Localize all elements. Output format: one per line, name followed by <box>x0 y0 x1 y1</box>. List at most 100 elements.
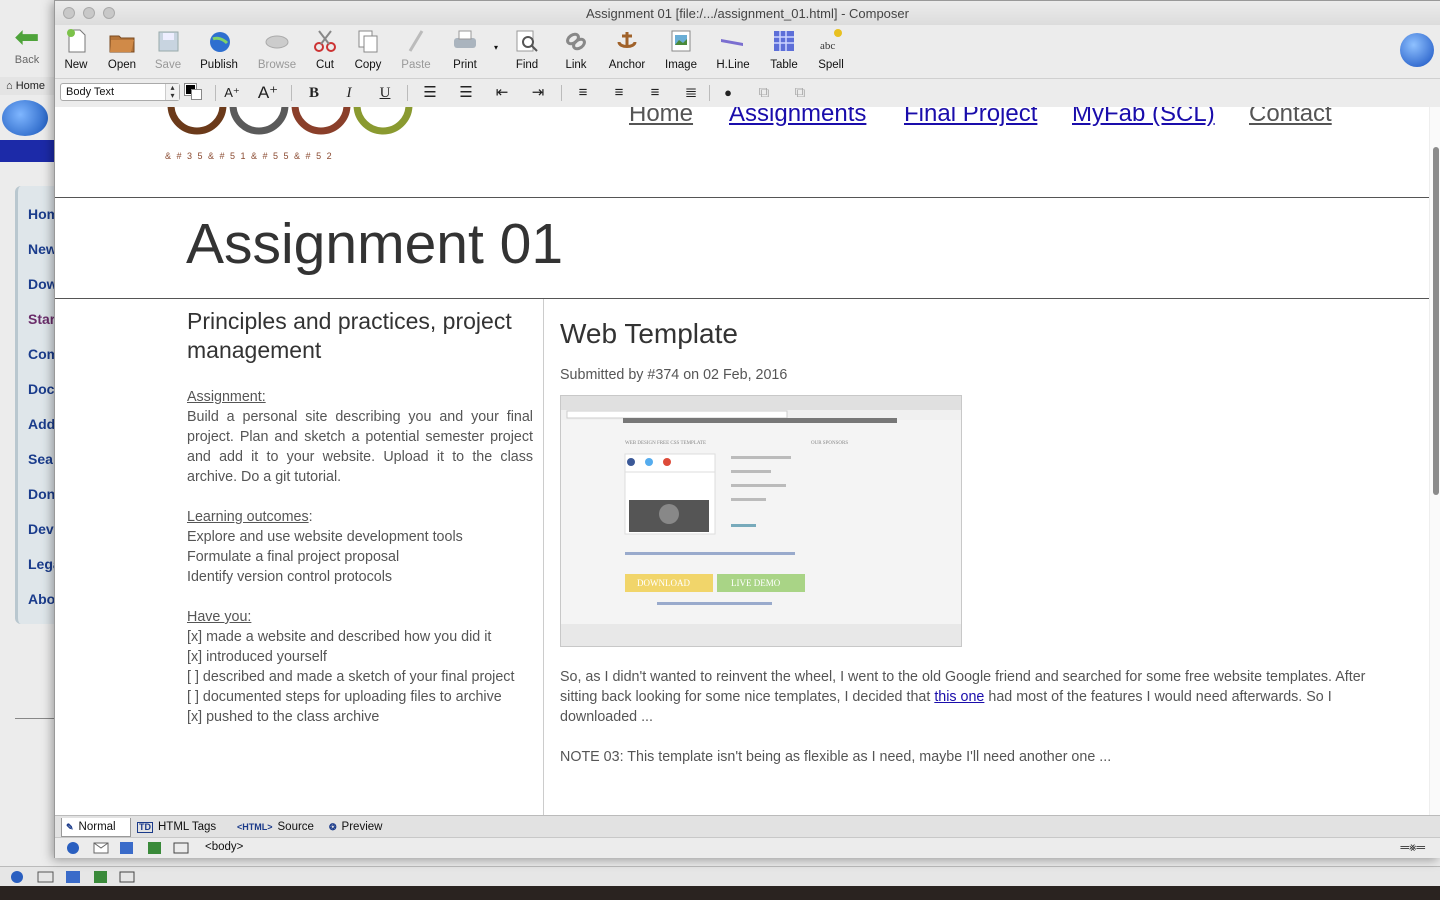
bullet-list-button[interactable]: ☰ <box>419 83 441 103</box>
position-icon: ● <box>724 85 732 100</box>
numbered-list-button[interactable]: ☰ <box>455 83 477 103</box>
composer-icon[interactable] <box>147 841 163 855</box>
scrollbar-thumb[interactable] <box>1433 147 1439 495</box>
bold-icon: B <box>308 85 319 101</box>
align-center-button[interactable]: ≡ <box>608 83 630 103</box>
publish-button[interactable]: Publish <box>197 27 241 75</box>
indent-button[interactable]: ⇥ <box>527 83 549 103</box>
copy-button[interactable]: Copy <box>353 27 383 75</box>
preview-eye-icon: ❂ <box>329 822 337 832</box>
align-right-button[interactable]: ≡ <box>644 83 666 103</box>
nav-link-contact[interactable]: Contact <box>1249 107 1332 128</box>
select-arrows-icon: ▴ ▾ <box>165 84 179 100</box>
page-title: Assignment 01 <box>186 212 564 276</box>
underline-button[interactable]: U <box>374 83 396 103</box>
assignment-text: Build a personal site describing you and… <box>187 409 533 485</box>
sidebar-item[interactable]: Don <box>28 486 55 502</box>
tab-normal[interactable]: ✎ Normal <box>61 818 131 837</box>
paste-icon <box>408 30 424 52</box>
open-button[interactable]: Open <box>105 27 139 75</box>
absolute-position-button[interactable]: ● <box>717 83 739 103</box>
text-color-picker[interactable] <box>184 83 205 100</box>
chevron-down-icon: ▾ <box>493 43 498 52</box>
print-button[interactable]: Print <box>449 27 481 75</box>
outdent-button[interactable]: ⇤ <box>491 83 513 103</box>
paste-button[interactable]: Paste <box>399 27 433 75</box>
window-titlebar[interactable]: Assignment 01 [file:/.../assignment_01.h… <box>55 1 1440 25</box>
template-link[interactable]: this one <box>934 689 984 705</box>
anchor-button[interactable]: Anchor <box>605 27 649 75</box>
minimize-window-button[interactable] <box>83 7 95 19</box>
spell-button[interactable]: abc Spell <box>815 27 847 75</box>
nav-link-assignments[interactable]: Assignments <box>729 107 866 128</box>
bold-button[interactable]: B <box>303 83 325 103</box>
cut-button[interactable]: Cut <box>311 27 339 75</box>
close-window-button[interactable] <box>63 7 75 19</box>
connection-status-icon: ═⨳═ <box>1400 840 1425 854</box>
larger-text-button[interactable]: A⁺ <box>257 83 279 103</box>
tab-preview[interactable]: ❂ Preview <box>325 818 407 837</box>
mail-envelope-icon[interactable] <box>93 841 109 855</box>
composition-toolbar: New Open Save Publish Browse Cut Copy Pa… <box>55 25 1440 75</box>
sidebar-item[interactable]: Abo <box>28 591 55 607</box>
browser-logo-icon <box>2 100 48 136</box>
italic-icon: I <box>346 85 352 101</box>
header-divider <box>55 197 1429 198</box>
sidebar-item[interactable]: New <box>28 241 57 257</box>
link-button[interactable]: Link <box>561 27 591 75</box>
outcome-item: Formulate a final project proposal <box>187 549 400 565</box>
browser-globe-icon[interactable] <box>65 841 81 855</box>
sidebar-item[interactable]: Star <box>28 311 55 327</box>
address-book-icon[interactable] <box>173 841 189 855</box>
send-backward-button[interactable]: ⧉ <box>789 83 811 103</box>
align-left-icon: ≡ <box>578 84 588 101</box>
zoom-window-button[interactable] <box>103 7 115 19</box>
sidebar-item[interactable]: Add <box>28 416 55 432</box>
italic-button[interactable]: I <box>338 83 360 103</box>
align-left-button[interactable]: ≡ <box>572 83 594 103</box>
nav-link-myfab[interactable]: MyFab (SCL) <box>1072 107 1215 128</box>
template-screenshot-image[interactable]: WEB DESIGN FREE CSS TEMPLATE OUR SPONSOR… <box>560 395 962 647</box>
font-smaller-icon: A⁺ <box>224 85 240 100</box>
sidebar-item[interactable]: Sea <box>28 451 53 467</box>
table-button[interactable]: Table <box>767 27 801 75</box>
tab-html-tags[interactable]: TD HTML Tags <box>133 818 233 837</box>
desktop-background <box>0 886 1440 900</box>
smaller-text-button[interactable]: A⁺ <box>221 83 243 103</box>
new-button[interactable]: New <box>61 27 91 75</box>
nav-link-home[interactable]: Home <box>629 107 693 128</box>
image-button[interactable]: Image <box>663 27 699 75</box>
status-bar: <body> ═⨳═ <box>55 837 1440 858</box>
section-heading: Principles and practices, project manage… <box>187 308 512 363</box>
nav-link-final-project[interactable]: Final Project <box>904 107 1037 128</box>
checklist-item: [x] pushed to the class archive <box>187 709 380 725</box>
article-paragraph: So, as I didn't wanted to reinvent the w… <box>560 669 1366 725</box>
screenshot-download-label: DOWNLOAD <box>637 578 690 588</box>
vertical-scrollbar[interactable] <box>1429 107 1440 815</box>
back-button[interactable]: ⬅ Back <box>4 22 50 72</box>
find-button[interactable]: Find <box>513 27 541 75</box>
align-center-icon: ≡ <box>614 84 624 101</box>
sidebar-item[interactable]: Dev <box>28 521 54 537</box>
save-button[interactable]: Save <box>153 27 183 75</box>
publish-globe-icon <box>210 32 230 52</box>
seamonkey-logo-icon <box>1400 33 1434 67</box>
editing-area[interactable]: &#35&#51&#55&#52 Home Assignments Final … <box>55 107 1440 815</box>
outcomes-label: Learning outcomes <box>187 509 309 525</box>
chat-icon[interactable] <box>119 841 135 855</box>
site-logo <box>167 107 413 135</box>
browse-button[interactable]: Browse <box>255 27 299 75</box>
horizontal-line-icon <box>721 39 743 46</box>
home-tab[interactable]: ⌂ Home <box>0 77 56 95</box>
hline-button[interactable]: H.Line <box>713 27 753 75</box>
assignment-label: Assignment: <box>187 389 266 405</box>
bring-forward-button[interactable]: ⧉ <box>753 83 775 103</box>
tag-path-body[interactable]: <body> <box>205 841 243 853</box>
have-you-label: Have you: <box>187 609 252 625</box>
separator <box>709 85 710 101</box>
background-color-swatch <box>191 89 202 100</box>
tab-source[interactable]: <HTML> Source <box>233 818 325 837</box>
window-title: Assignment 01 [file:/.../assignment_01.h… <box>586 6 909 21</box>
justify-button[interactable]: ≣ <box>680 83 702 103</box>
paragraph-style-select[interactable]: Body Text ▴ ▾ <box>60 83 180 101</box>
